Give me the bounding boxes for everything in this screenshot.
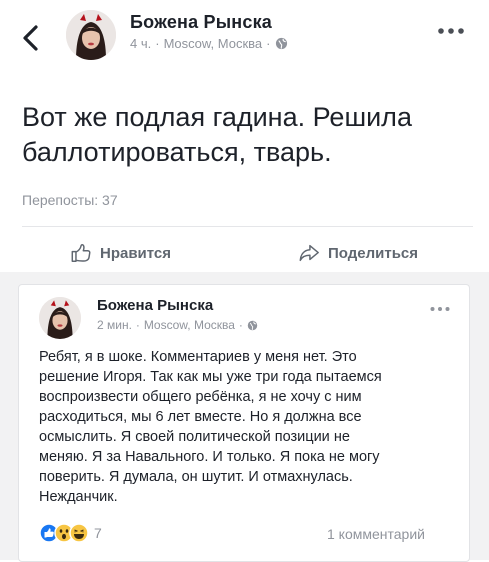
separator: · [238, 318, 243, 332]
chevron-left-icon[interactable] [20, 24, 42, 52]
reactions-summary[interactable]: 7 [39, 523, 102, 543]
haha-icon [69, 523, 89, 543]
more-icon[interactable] [429, 305, 451, 313]
post-meta: 4 ч. · Moscow, Москва · [130, 36, 288, 51]
avatar[interactable] [39, 297, 81, 339]
post-time[interactable]: 4 ч. [130, 36, 151, 51]
globe-icon [275, 37, 287, 50]
separator: · [266, 36, 271, 51]
share-button[interactable]: Поделиться [298, 242, 418, 264]
author-name[interactable]: Божена Рынска [130, 12, 272, 33]
post-location[interactable]: Moscow, Москва [144, 318, 235, 332]
like-icon [71, 244, 91, 262]
share-icon [299, 244, 319, 262]
post-main: Божена Рынска 4 ч. · Moscow, Москва · Во… [0, 0, 489, 272]
divider [22, 226, 473, 227]
post-time[interactable]: 2 мин. [97, 318, 132, 332]
post-card: Божена Рынска 2 мин. · Moscow, Москва · … [18, 284, 470, 562]
reaction-count: 7 [94, 525, 102, 541]
reposts-count[interactable]: Перепосты: 37 [22, 192, 118, 208]
share-label: Поделиться [328, 244, 419, 262]
post-location[interactable]: Moscow, Москва [164, 36, 263, 51]
like-label: Нравится [100, 244, 172, 262]
more-icon[interactable] [436, 26, 466, 36]
post-text: Ребят, я в шоке. Комментариев у меня нет… [39, 349, 382, 505]
globe-icon [247, 320, 258, 330]
like-button[interactable]: Нравится [70, 242, 171, 264]
comments-count[interactable]: 1 комментарий [327, 526, 425, 542]
post-text: Вот же подлая гадина. Решила баллотирова… [22, 102, 412, 167]
post-meta: 2 мин. · Moscow, Москва · [97, 318, 258, 332]
separator: · [155, 36, 160, 51]
avatar[interactable] [66, 10, 116, 60]
separator: · [135, 318, 140, 332]
author-name[interactable]: Божена Рынска [97, 297, 213, 314]
